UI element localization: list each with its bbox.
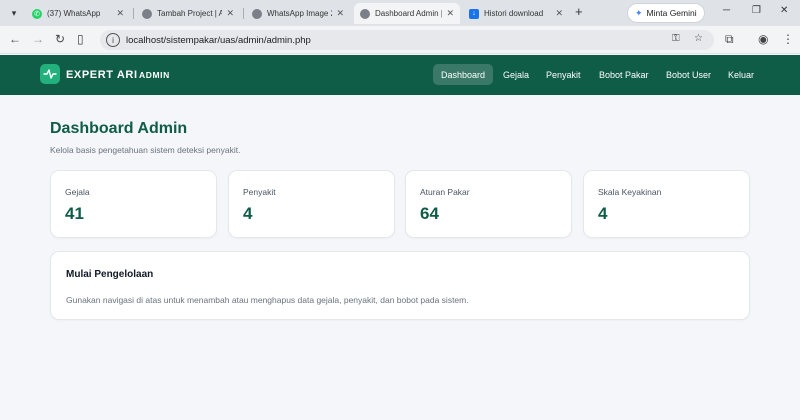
restore-icon[interactable]: ❐ xyxy=(752,5,761,16)
address-bar[interactable]: i localhost/sistempakar/uas/admin/admin.… xyxy=(100,30,714,50)
browser-tab-tambah-project[interactable]: Tambah Project | Ad ✕ xyxy=(136,3,240,24)
stat-label: Gejala xyxy=(65,187,90,197)
extensions-icon[interactable]: ⧉ xyxy=(725,32,734,47)
stat-value: 41 xyxy=(65,204,84,223)
globe-icon xyxy=(252,8,262,19)
info-card-title: Mulai Pengelolaan xyxy=(66,269,154,280)
globe-icon xyxy=(360,8,370,19)
close-tab-icon[interactable]: ✕ xyxy=(555,8,563,19)
nav-dashboard[interactable]: Dashboard xyxy=(433,64,494,85)
bookmark-star-icon[interactable]: ☆ xyxy=(694,33,703,44)
forward-icon[interactable]: → xyxy=(32,32,44,46)
close-tab-icon[interactable]: ✕ xyxy=(446,8,454,19)
stat-card-penyakit: Penyakit 4 xyxy=(228,170,395,238)
globe-icon xyxy=(142,8,152,19)
brand-subtitle: ADMIN xyxy=(139,70,170,80)
stat-value: 64 xyxy=(420,204,439,223)
minimize-icon[interactable]: ─ xyxy=(723,5,730,16)
gemini-sparkle-icon: ✦ xyxy=(635,7,643,18)
page-title: Dashboard Admin xyxy=(50,120,188,137)
back-icon[interactable]: ← xyxy=(9,32,21,46)
stat-card-skala-keyakinan: Skala Keyakinan 4 xyxy=(583,170,750,238)
info-card-text: Gunakan navigasi di atas untuk menambah … xyxy=(66,295,469,305)
app-navbar: EXPERT ARI ADMIN Dashboard Gejala Penyak… xyxy=(0,55,800,95)
site-info-icon[interactable]: i xyxy=(106,33,120,47)
whatsapp-icon: ✆ xyxy=(32,8,42,19)
nav-keluar[interactable]: Keluar xyxy=(720,64,762,85)
window-close-icon[interactable]: ✕ xyxy=(780,5,788,16)
key-icon[interactable]: ⚿ xyxy=(672,33,680,44)
close-tab-icon[interactable]: ✕ xyxy=(116,8,124,19)
more-menu-icon[interactable]: ⋮ xyxy=(782,32,794,46)
browser-toolbar: ← → ↻ ▯ i localhost/sistempakar/uas/admi… xyxy=(0,26,800,54)
stat-label: Aturan Pakar xyxy=(420,187,470,197)
download-icon: ↓ xyxy=(469,8,479,19)
reload-icon[interactable]: ↻ xyxy=(55,32,65,46)
browser-tab-dashboard-admin[interactable]: Dashboard Admin | ✕ xyxy=(354,3,460,24)
stat-value: 4 xyxy=(598,204,608,223)
nav-penyakit[interactable]: Penyakit xyxy=(538,64,589,85)
split-view-icon[interactable]: ▯ xyxy=(77,32,84,46)
page-subtitle: Kelola basis pengetahuan sistem deteksi … xyxy=(50,145,241,155)
pulse-logo-icon xyxy=(40,64,60,84)
close-tab-icon[interactable]: ✕ xyxy=(336,8,344,19)
browser-tab-histori-download[interactable]: ↓ Histori download ✕ xyxy=(463,3,569,24)
gemini-button[interactable]: ✦ Minta Gemini xyxy=(628,4,704,22)
nav-gejala[interactable]: Gejala xyxy=(495,64,537,85)
tab-search-chevron-icon[interactable]: ▾ xyxy=(6,5,22,21)
nav-bobot-pakar[interactable]: Bobot Pakar xyxy=(591,64,657,85)
stat-card-aturan-pakar: Aturan Pakar 64 xyxy=(405,170,572,238)
nav-bobot-user[interactable]: Bobot User xyxy=(658,64,719,85)
info-card: Mulai Pengelolaan Gunakan navigasi di at… xyxy=(50,251,750,320)
browser-tab-bar: ▾ ✆ (37) WhatsApp ✕ Tambah Project | Ad … xyxy=(0,0,800,26)
brand-name: EXPERT ARI xyxy=(66,69,138,81)
new-tab-icon[interactable]: + xyxy=(575,4,583,19)
url-text[interactable]: localhost/sistempakar/uas/admin/admin.ph… xyxy=(126,35,311,46)
profile-avatar-icon[interactable]: ◉ xyxy=(758,32,768,46)
browser-tab-whatsapp[interactable]: ✆ (37) WhatsApp ✕ xyxy=(26,3,130,24)
browser-tab-whatsapp-image[interactable]: WhatsApp Image 20 ✕ xyxy=(246,3,350,24)
close-tab-icon[interactable]: ✕ xyxy=(226,8,234,19)
stat-value: 4 xyxy=(243,204,253,223)
stat-card-gejala: Gejala 41 xyxy=(50,170,217,238)
stat-label: Skala Keyakinan xyxy=(598,187,662,197)
stat-label: Penyakit xyxy=(243,187,276,197)
